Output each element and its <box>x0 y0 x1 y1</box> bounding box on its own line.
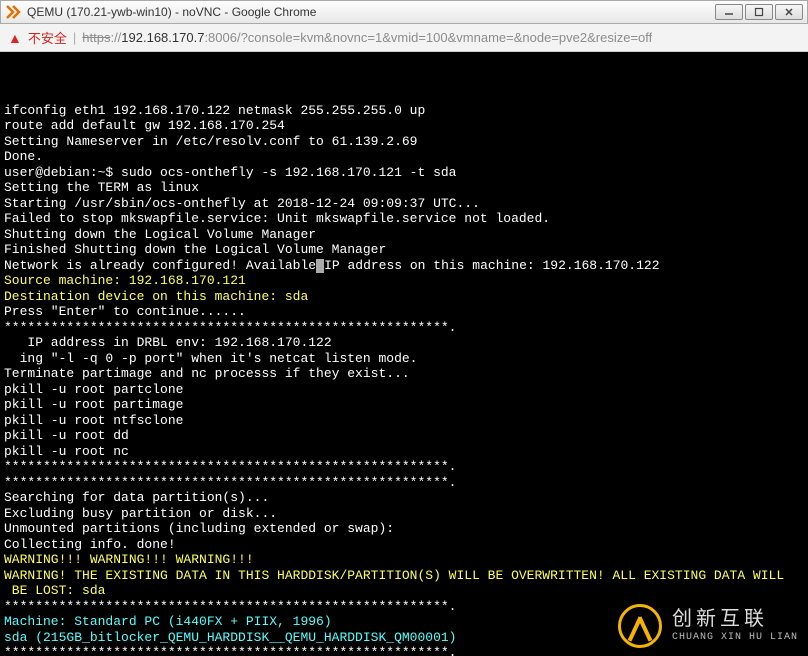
address-bar: ▲ 不安全 | https://192.168.170.7:8006/?cons… <box>0 24 808 52</box>
terminal-line: sda (215GB_bitlocker_QEMU_HARDDISK__QEMU… <box>4 630 804 646</box>
app-icon <box>5 4 21 20</box>
terminal-line: pkill -u root ntfsclone <box>4 413 804 429</box>
terminal-line: pkill -u root dd <box>4 428 804 444</box>
separator: | <box>73 30 76 45</box>
url-host: 192.168.170.7 <box>121 30 204 45</box>
terminal-line: WARNING! THE EXISTING DATA IN THIS HARDD… <box>4 568 804 584</box>
terminal-line: Terminate partimage and nc processs if t… <box>4 366 804 382</box>
terminal-line: ****************************************… <box>4 320 804 336</box>
terminal-line: ****************************************… <box>4 599 804 615</box>
terminal-line: Shutting down the Logical Volume Manager <box>4 227 804 243</box>
window-controls <box>715 4 803 20</box>
terminal-line: pkill -u root partimage <box>4 397 804 413</box>
terminal-line: Setting Nameserver in /etc/resolv.conf t… <box>4 134 804 150</box>
terminal-line: Excluding busy partition or disk... <box>4 506 804 522</box>
window-titlebar: QEMU (170.21-ywb-win10) - noVNC - Google… <box>0 0 808 24</box>
url-scheme: https <box>82 30 110 45</box>
close-button[interactable] <box>775 4 803 20</box>
terminal-line: Machine: Standard PC (i440FX + PIIX, 199… <box>4 614 804 630</box>
terminal-line: BE LOST: sda <box>4 583 804 599</box>
terminal-viewport[interactable]: ifconfig eth1 192.168.170.122 netmask 25… <box>0 52 808 656</box>
url-path: :8006/?console=kvm&novnc=1&vmid=100&vmna… <box>204 30 652 45</box>
terminal-cursor <box>316 259 324 273</box>
terminal-line: user@debian:~$ sudo ocs-onthefly -s 192.… <box>4 165 804 181</box>
terminal-line: Searching for data partition(s)... <box>4 490 804 506</box>
terminal-line: pkill -u root partclone <box>4 382 804 398</box>
terminal-line: Starting /usr/sbin/ocs-onthefly at 2018-… <box>4 196 804 212</box>
terminal-line: Collecting info. done! <box>4 537 804 553</box>
terminal-line: IP address in DRBL env: 192.168.170.122 <box>4 335 804 351</box>
terminal-line: ****************************************… <box>4 459 804 475</box>
terminal-line: Unmounted partitions (including extended… <box>4 521 804 537</box>
url-display[interactable]: https://192.168.170.7:8006/?console=kvm&… <box>82 30 652 45</box>
minimize-button[interactable] <box>715 4 743 20</box>
terminal-line: ****************************************… <box>4 645 804 656</box>
insecure-label: 不安全 <box>28 28 67 47</box>
insecure-icon: ▲ <box>8 30 22 46</box>
terminal-line: Press "Enter" to continue...... <box>4 304 804 320</box>
window-title: QEMU (170.21-ywb-win10) - noVNC - Google… <box>27 5 715 19</box>
terminal-line: Failed to stop mkswapfile.service: Unit … <box>4 211 804 227</box>
maximize-button[interactable] <box>745 4 773 20</box>
terminal-line: route add default gw 192.168.170.254 <box>4 118 804 134</box>
terminal-line: Finished Shutting down the Logical Volum… <box>4 242 804 258</box>
terminal-line: Done. <box>4 149 804 165</box>
terminal-line: Network is already configured! Available… <box>4 258 804 274</box>
terminal-line: Setting the TERM as linux <box>4 180 804 196</box>
terminal-line: Source machine: 192.168.170.121 <box>4 273 804 289</box>
terminal-line: ifconfig eth1 192.168.170.122 netmask 25… <box>4 103 804 119</box>
terminal-line: ing "-l -q 0 -p port" when it's netcat l… <box>4 351 804 367</box>
terminal-line: WARNING!!! WARNING!!! WARNING!!! <box>4 552 804 568</box>
terminal-line: ****************************************… <box>4 475 804 491</box>
terminal-line: Destination device on this machine: sda <box>4 289 804 305</box>
terminal-line: pkill -u root nc <box>4 444 804 460</box>
